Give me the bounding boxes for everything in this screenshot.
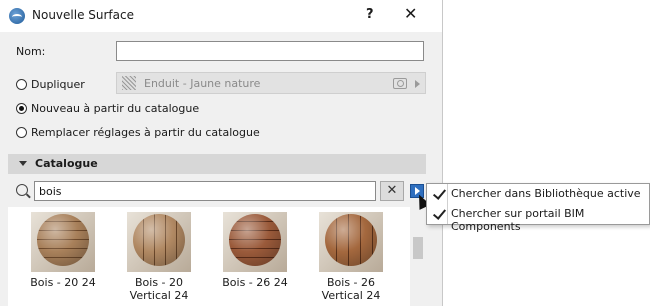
radio-label: Remplacer réglages à partir du catalogue bbox=[31, 126, 260, 139]
radio-label: Nouveau à partir du catalogue bbox=[31, 102, 200, 115]
title-bar: Nouvelle Surface ? ✕ bbox=[0, 0, 442, 32]
radio-button-checked[interactable] bbox=[16, 103, 27, 114]
material-thumbnail bbox=[31, 212, 95, 272]
material-thumbnail bbox=[319, 212, 383, 272]
preview-icon bbox=[393, 78, 407, 89]
duplicate-surface-select: Enduit - Jaune nature bbox=[116, 72, 426, 94]
radio-duplicate[interactable]: Dupliquer bbox=[16, 78, 85, 91]
help-button[interactable]: ? bbox=[366, 7, 374, 22]
wood-dark-vertical-sphere-icon bbox=[325, 214, 377, 266]
radio-button[interactable] bbox=[16, 127, 27, 138]
wood-dark-sphere-icon bbox=[229, 214, 281, 266]
archicad-app-icon bbox=[9, 8, 25, 24]
results-scrollbar[interactable] bbox=[410, 207, 426, 306]
material-tile[interactable]: Bois - 26 Vertical 24 bbox=[310, 212, 392, 304]
scrollbar-thumb[interactable] bbox=[413, 237, 423, 259]
catalogue-search-input[interactable] bbox=[34, 181, 376, 201]
catalogue-section-header[interactable]: Catalogue bbox=[8, 154, 426, 174]
clear-search-button[interactable]: ✕ bbox=[380, 181, 404, 201]
checkmark-icon bbox=[433, 207, 445, 221]
radio-label: Dupliquer bbox=[31, 78, 85, 91]
radio-button[interactable] bbox=[16, 79, 27, 90]
menu-item-label: Chercher dans Bibliothèque active bbox=[451, 187, 641, 200]
radio-new-from-catalogue[interactable]: Nouveau à partir du catalogue bbox=[16, 102, 199, 115]
menu-item-label: Chercher sur portail BIM Components bbox=[451, 207, 585, 233]
checkmark-icon bbox=[433, 187, 445, 201]
surface-name: Enduit - Jaune nature bbox=[144, 77, 261, 90]
new-surface-dialog: Nouvelle Surface ? ✕ Nom: Dupliquer Endu… bbox=[0, 0, 443, 306]
material-name: Bois - 20 24 bbox=[30, 276, 96, 289]
collapse-triangle-icon bbox=[19, 161, 27, 166]
material-thumbnail bbox=[223, 212, 287, 272]
material-tile[interactable]: Bois - 20 24 bbox=[22, 212, 104, 304]
window-title: Nouvelle Surface bbox=[32, 8, 134, 22]
material-tile[interactable]: Bois - 26 24 bbox=[214, 212, 296, 304]
wood-vertical-sphere-icon bbox=[133, 214, 185, 266]
close-button[interactable]: ✕ bbox=[404, 4, 417, 23]
arrow-right-icon bbox=[415, 80, 420, 88]
wood-horizontal-sphere-icon bbox=[37, 214, 89, 266]
catalogue-label: Catalogue bbox=[35, 157, 98, 170]
search-options-menu: Chercher dans Bibliothèque active Cherch… bbox=[426, 183, 650, 233]
material-name: Bois - 20 Vertical 24 bbox=[129, 276, 189, 302]
menu-item-search-active-library[interactable]: Chercher dans Bibliothèque active bbox=[427, 184, 649, 204]
search-icon bbox=[16, 184, 28, 196]
surface-swatch-icon bbox=[122, 76, 136, 90]
material-tile[interactable]: Bois - 20 Vertical 24 bbox=[118, 212, 200, 304]
name-label: Nom: bbox=[16, 45, 46, 58]
name-input[interactable] bbox=[116, 41, 424, 61]
menu-item-search-bim-components[interactable]: Chercher sur portail BIM Components bbox=[427, 204, 649, 233]
material-name: Bois - 26 Vertical 24 bbox=[321, 276, 381, 302]
material-thumbnail bbox=[127, 212, 191, 272]
material-name: Bois - 26 24 bbox=[222, 276, 288, 289]
radio-replace-from-catalogue[interactable]: Remplacer réglages à partir du catalogue bbox=[16, 126, 260, 139]
